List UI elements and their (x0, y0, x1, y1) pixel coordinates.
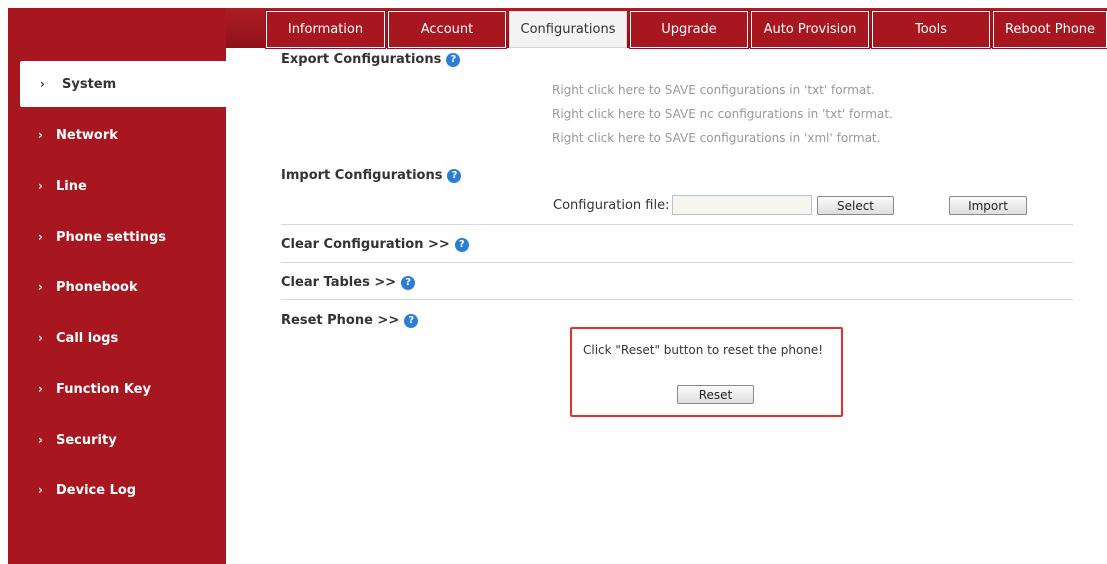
help-icon[interactable]: ? (401, 275, 416, 290)
clear-configuration-title[interactable]: Clear Configuration >> ? (281, 237, 469, 252)
section-title-text: Clear Tables >> (281, 275, 397, 290)
sidebar-item-label: Security (56, 432, 117, 448)
help-icon[interactable]: ? (447, 168, 462, 183)
help-icon[interactable]: ? (446, 52, 461, 67)
chevron-right-icon: › (38, 179, 43, 193)
section-divider (281, 224, 1073, 225)
sidebar-item-label: Call logs (56, 330, 119, 346)
chevron-right-icon: › (38, 331, 43, 345)
sidebar-item-label: Function Key (56, 381, 151, 397)
help-icon[interactable]: ? (454, 237, 469, 252)
sidebar-item-device-log[interactable]: › Device Log (8, 467, 226, 513)
web-admin-page: › System › Network › Line › Phone settin… (0, 0, 1107, 564)
reset-button[interactable]: Reset (677, 385, 754, 404)
tab-account-overlay: Account (387, 10, 507, 49)
section-title-text: Export Configurations (281, 52, 442, 67)
chevron-right-icon: › (38, 128, 43, 142)
help-icon[interactable]: ? (404, 313, 419, 328)
export-nc-txt-link[interactable]: Right click here to SAVE nc configuratio… (552, 107, 893, 121)
sidebar-item-label: Phonebook (56, 279, 138, 295)
sidebar-item-function-key[interactable]: › Function Key (8, 366, 226, 412)
sidebar-item-label: Network (56, 127, 118, 143)
section-divider (281, 262, 1073, 263)
configuration-file-label: Configuration file: (553, 198, 670, 213)
tab-upgrade-overlay: Upgrade (629, 10, 749, 49)
section-title-text: Reset Phone >> (281, 313, 400, 328)
sidebar-item-label: Line (56, 178, 87, 194)
sidebar-item-label: Phone settings (56, 229, 167, 245)
tab-auto-provision-overlay: Auto Provision (750, 10, 870, 49)
chevron-right-icon: › (38, 230, 43, 244)
tab-reboot-phone-overlay: Reboot Phone (992, 10, 1107, 49)
select-button[interactable]: Select (817, 196, 894, 215)
import-configurations-title: Import Configurations ? (281, 168, 462, 183)
sidebar-item-label: System (62, 76, 117, 92)
chevron-right-icon: › (38, 483, 43, 497)
sidebar-item-phonebook[interactable]: › Phonebook (8, 264, 226, 310)
chevron-right-icon: › (38, 280, 43, 294)
sidebar-item-line[interactable]: › Line (8, 163, 226, 209)
tab-configurations-overlay: Configurations (509, 11, 627, 48)
import-button[interactable]: Import (949, 196, 1027, 215)
chevron-right-icon: › (38, 382, 43, 396)
sidebar-item-system[interactable]: › System (20, 61, 232, 107)
chevron-right-icon: › (40, 77, 45, 91)
sidebar-item-phone-settings[interactable]: › Phone settings (8, 214, 226, 260)
tab-information-overlay: Information (265, 10, 386, 49)
export-xml-link[interactable]: Right click here to SAVE configurations … (552, 131, 880, 145)
sidebar-item-network[interactable]: › Network (8, 112, 226, 158)
reset-phone-title[interactable]: Reset Phone >> ? (281, 313, 419, 328)
section-title-text: Clear Configuration >> (281, 237, 450, 252)
reset-message: Click "Reset" button to reset the phone! (583, 343, 824, 357)
configuration-file-input[interactable] (672, 195, 812, 215)
export-configurations-title: Export Configurations ? (281, 52, 461, 67)
section-title-text: Import Configurations (281, 168, 443, 183)
export-txt-link[interactable]: Right click here to SAVE configurations … (552, 83, 875, 97)
tab-tools-overlay: Tools (871, 10, 991, 49)
clear-tables-title[interactable]: Clear Tables >> ? (281, 275, 416, 290)
sidebar-item-call-logs[interactable]: › Call logs (8, 315, 226, 361)
sidebar: › System › Network › Line › Phone settin… (8, 8, 232, 564)
section-divider (281, 299, 1073, 300)
sidebar-item-security[interactable]: › Security (8, 417, 226, 463)
sidebar-item-label: Device Log (56, 482, 137, 498)
chevron-right-icon: › (38, 433, 43, 447)
